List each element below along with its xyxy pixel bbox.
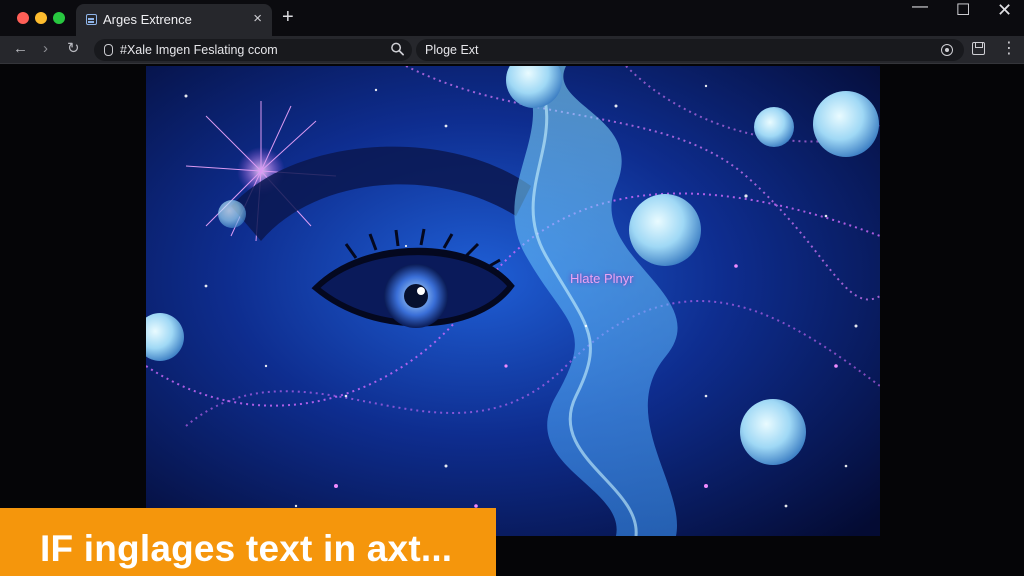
- back-button[interactable]: ←: [13, 40, 28, 58]
- banner-text: IF inglages text in axt...: [40, 528, 453, 569]
- artwork-image: [146, 66, 880, 536]
- lock-icon: [104, 44, 113, 56]
- title-bar: Arges Extrence × + — ☐ ✕: [0, 0, 1024, 36]
- address-bar[interactable]: #Xale Imgen Feslating ccom: [94, 39, 412, 61]
- cosmic-eye-artwork: Hlate Plnyr: [146, 66, 880, 536]
- close-window-button[interactable]: ✕: [997, 0, 1012, 20]
- window-minimize-dot[interactable]: [35, 12, 47, 24]
- forward-button[interactable]: ›: [43, 40, 48, 58]
- target-icon[interactable]: [941, 44, 953, 56]
- browser-toolbar: ← › ↻ #Xale Imgen Feslating ccom Ploge E…: [0, 36, 1024, 64]
- url-text[interactable]: #Xale Imgen Feslating ccom: [120, 43, 278, 57]
- window-close-dot[interactable]: [17, 12, 29, 24]
- reload-button[interactable]: ↻: [67, 40, 80, 58]
- tab-close-icon[interactable]: ×: [253, 10, 262, 27]
- window-zoom-dot[interactable]: [53, 12, 65, 24]
- tab-title: Arges Extrence: [103, 12, 192, 27]
- artwork-caption: Hlate Plnyr: [570, 271, 634, 286]
- extension-field[interactable]: Ploge Ext: [416, 39, 964, 61]
- browser-tab[interactable]: Arges Extrence ×: [76, 4, 272, 36]
- caption-banner: IF inglages text in axt...: [0, 508, 496, 576]
- new-tab-button[interactable]: +: [282, 6, 294, 28]
- minimize-button[interactable]: —: [912, 0, 928, 17]
- save-icon[interactable]: [972, 42, 985, 55]
- search-icon[interactable]: [390, 41, 405, 57]
- grid-favicon-icon: [86, 14, 97, 25]
- extension-field-text[interactable]: Ploge Ext: [425, 43, 479, 57]
- page-content: Hlate Plnyr IF inglages text in axt...: [0, 65, 1024, 576]
- maximize-button[interactable]: ☐: [956, 1, 970, 21]
- more-menu-icon[interactable]: ⋮: [1001, 39, 1017, 59]
